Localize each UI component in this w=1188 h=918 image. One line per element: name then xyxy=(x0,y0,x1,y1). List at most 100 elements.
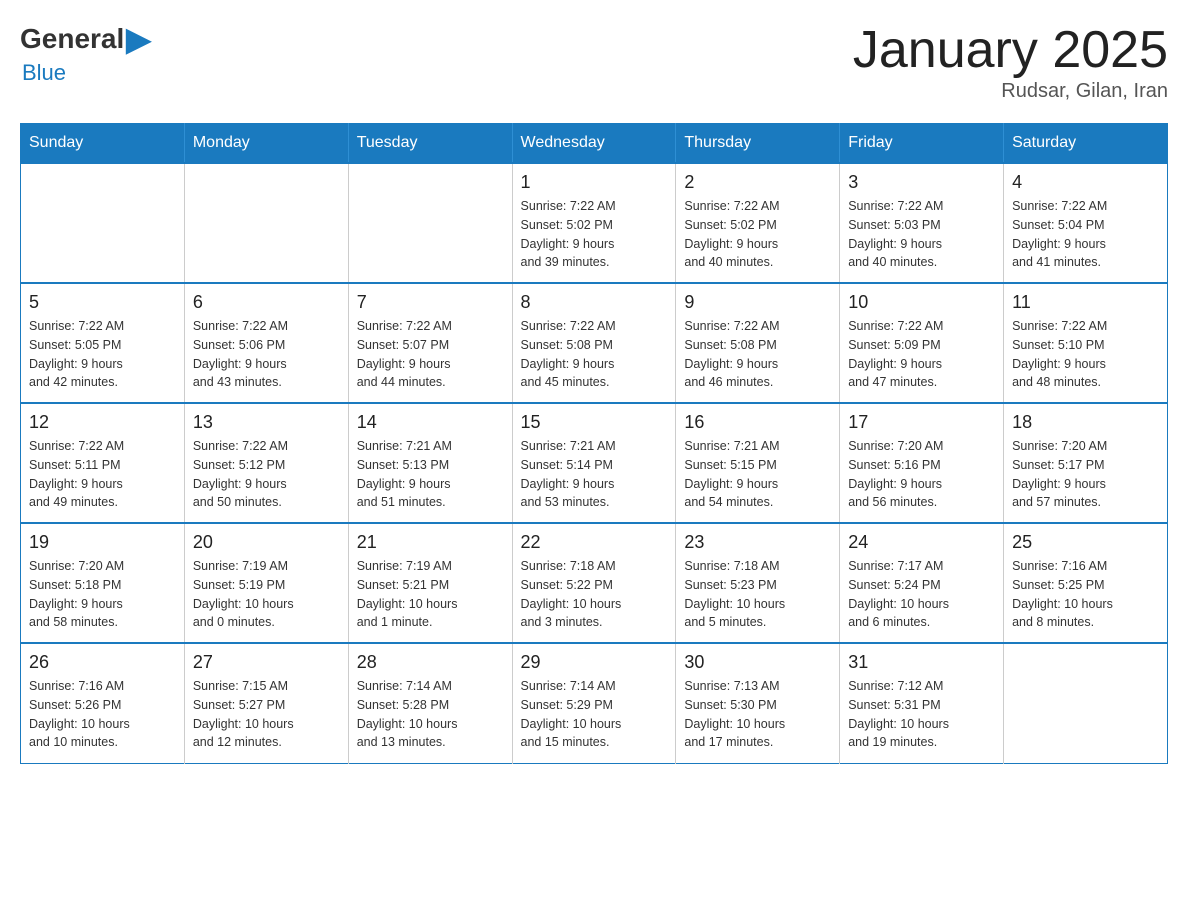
day-number: 26 xyxy=(29,652,176,673)
calendar-cell: 2 Sunrise: 7:22 AMSunset: 5:02 PMDaylight… xyxy=(676,163,840,283)
calendar-subtitle: Rudsar, Gilan, Iran xyxy=(853,80,1168,103)
calendar-cell: 29 Sunrise: 7:14 AMSunset: 5:29 PMDayligh… xyxy=(512,643,676,763)
calendar-cell: 14 Sunrise: 7:21 AMSunset: 5:13 PMDayligh… xyxy=(348,403,512,523)
day-number: 6 xyxy=(193,292,340,313)
calendar-cell: 18 Sunrise: 7:20 AMSunset: 5:17 PMDayligh… xyxy=(1004,403,1168,523)
day-info: Sunrise: 7:21 AMSunset: 5:14 PMDaylight:… xyxy=(521,437,668,512)
day-number: 7 xyxy=(357,292,504,313)
day-info: Sunrise: 7:21 AMSunset: 5:13 PMDaylight:… xyxy=(357,437,504,512)
day-info: Sunrise: 7:12 AMSunset: 5:31 PMDaylight:… xyxy=(848,677,995,752)
calendar-cell: 23 Sunrise: 7:18 AMSunset: 5:23 PMDayligh… xyxy=(676,523,840,643)
day-info: Sunrise: 7:22 AMSunset: 5:07 PMDaylight:… xyxy=(357,317,504,392)
calendar-cell: 16 Sunrise: 7:21 AMSunset: 5:15 PMDayligh… xyxy=(676,403,840,523)
day-number: 11 xyxy=(1012,292,1159,313)
calendar-body: 1 Sunrise: 7:22 AMSunset: 5:02 PMDaylight… xyxy=(21,163,1168,763)
calendar-cell: 17Sunrise: 7:20 AMSunset: 5:16 PMDayligh… xyxy=(840,403,1004,523)
weekday-header-friday: Friday xyxy=(840,124,1004,164)
calendar-cell: 24 Sunrise: 7:17 AMSunset: 5:24 PMDayligh… xyxy=(840,523,1004,643)
day-info: Sunrise: 7:16 AMSunset: 5:26 PMDaylight:… xyxy=(29,677,176,752)
calendar-week-2: 12Sunrise: 7:22 AMSunset: 5:11 PMDayligh… xyxy=(21,403,1168,523)
calendar-cell: 30 Sunrise: 7:13 AMSunset: 5:30 PMDayligh… xyxy=(676,643,840,763)
day-info: Sunrise: 7:22 AMSunset: 5:12 PMDaylight:… xyxy=(193,437,340,512)
day-number: 28 xyxy=(357,652,504,673)
day-number: 13 xyxy=(193,412,340,433)
calendar-cell xyxy=(348,163,512,283)
day-info: Sunrise: 7:22 AMSunset: 5:10 PMDaylight:… xyxy=(1012,317,1159,392)
day-info: Sunrise: 7:17 AMSunset: 5:24 PMDaylight:… xyxy=(848,557,995,632)
calendar-cell: 13 Sunrise: 7:22 AMSunset: 5:12 PMDayligh… xyxy=(184,403,348,523)
day-number: 18 xyxy=(1012,412,1159,433)
weekday-header-sunday: Sunday xyxy=(21,124,185,164)
calendar-cell: 28Sunrise: 7:14 AMSunset: 5:28 PMDayligh… xyxy=(348,643,512,763)
calendar-cell: 22 Sunrise: 7:18 AMSunset: 5:22 PMDayligh… xyxy=(512,523,676,643)
calendar-title: January 2025 xyxy=(853,20,1168,80)
title-block: January 2025 Rudsar, Gilan, Iran xyxy=(853,20,1168,103)
day-number: 8 xyxy=(521,292,668,313)
calendar-cell xyxy=(184,163,348,283)
day-info: Sunrise: 7:18 AMSunset: 5:22 PMDaylight:… xyxy=(521,557,668,632)
logo-general-text: General xyxy=(20,23,124,55)
day-number: 15 xyxy=(521,412,668,433)
calendar-cell: 3Sunrise: 7:22 AMSunset: 5:03 PMDaylight… xyxy=(840,163,1004,283)
calendar-cell: 4 Sunrise: 7:22 AMSunset: 5:04 PMDaylight… xyxy=(1004,163,1168,283)
day-number: 4 xyxy=(1012,172,1159,193)
calendar-table: SundayMondayTuesdayWednesdayThursdayFrid… xyxy=(20,123,1168,764)
calendar-cell: 19Sunrise: 7:20 AMSunset: 5:18 PMDayligh… xyxy=(21,523,185,643)
day-info: Sunrise: 7:22 AMSunset: 5:08 PMDaylight:… xyxy=(521,317,668,392)
day-info: Sunrise: 7:13 AMSunset: 5:30 PMDaylight:… xyxy=(684,677,831,752)
day-info: Sunrise: 7:22 AMSunset: 5:03 PMDaylight:… xyxy=(848,197,995,272)
day-number: 22 xyxy=(521,532,668,553)
day-info: Sunrise: 7:19 AMSunset: 5:21 PMDaylight:… xyxy=(357,557,504,632)
weekday-header-saturday: Saturday xyxy=(1004,124,1168,164)
weekday-header-thursday: Thursday xyxy=(676,124,840,164)
calendar-cell xyxy=(21,163,185,283)
day-number: 16 xyxy=(684,412,831,433)
day-number: 27 xyxy=(193,652,340,673)
calendar-cell: 11 Sunrise: 7:22 AMSunset: 5:10 PMDayligh… xyxy=(1004,283,1168,403)
day-number: 10 xyxy=(848,292,995,313)
day-number: 1 xyxy=(521,172,668,193)
calendar-cell: 25 Sunrise: 7:16 AMSunset: 5:25 PMDayligh… xyxy=(1004,523,1168,643)
day-number: 2 xyxy=(684,172,831,193)
calendar-cell: 5Sunrise: 7:22 AMSunset: 5:05 PMDaylight… xyxy=(21,283,185,403)
calendar-cell: 9Sunrise: 7:22 AMSunset: 5:08 PMDaylight… xyxy=(676,283,840,403)
day-number: 24 xyxy=(848,532,995,553)
day-info: Sunrise: 7:22 AMSunset: 5:09 PMDaylight:… xyxy=(848,317,995,392)
day-info: Sunrise: 7:14 AMSunset: 5:29 PMDaylight:… xyxy=(521,677,668,752)
day-number: 30 xyxy=(684,652,831,673)
calendar-cell: 1 Sunrise: 7:22 AMSunset: 5:02 PMDaylight… xyxy=(512,163,676,283)
day-info: Sunrise: 7:18 AMSunset: 5:23 PMDaylight:… xyxy=(684,557,831,632)
calendar-week-3: 19Sunrise: 7:20 AMSunset: 5:18 PMDayligh… xyxy=(21,523,1168,643)
calendar-cell: 20Sunrise: 7:19 AMSunset: 5:19 PMDayligh… xyxy=(184,523,348,643)
day-number: 23 xyxy=(684,532,831,553)
day-info: Sunrise: 7:20 AMSunset: 5:16 PMDaylight:… xyxy=(848,437,995,512)
calendar-week-4: 26 Sunrise: 7:16 AMSunset: 5:26 PMDayligh… xyxy=(21,643,1168,763)
calendar-cell xyxy=(1004,643,1168,763)
logo-blue-text: Blue xyxy=(22,60,153,86)
day-info: Sunrise: 7:20 AMSunset: 5:17 PMDaylight:… xyxy=(1012,437,1159,512)
day-info: Sunrise: 7:19 AMSunset: 5:19 PMDaylight:… xyxy=(193,557,340,632)
calendar-header: SundayMondayTuesdayWednesdayThursdayFrid… xyxy=(21,124,1168,164)
calendar-week-1: 5Sunrise: 7:22 AMSunset: 5:05 PMDaylight… xyxy=(21,283,1168,403)
day-info: Sunrise: 7:21 AMSunset: 5:15 PMDaylight:… xyxy=(684,437,831,512)
day-info: Sunrise: 7:22 AMSunset: 5:02 PMDaylight:… xyxy=(521,197,668,272)
day-info: Sunrise: 7:16 AMSunset: 5:25 PMDaylight:… xyxy=(1012,557,1159,632)
day-number: 25 xyxy=(1012,532,1159,553)
weekday-header-monday: Monday xyxy=(184,124,348,164)
day-number: 14 xyxy=(357,412,504,433)
day-number: 5 xyxy=(29,292,176,313)
calendar-cell: 31Sunrise: 7:12 AMSunset: 5:31 PMDayligh… xyxy=(840,643,1004,763)
calendar-cell: 26 Sunrise: 7:16 AMSunset: 5:26 PMDayligh… xyxy=(21,643,185,763)
calendar-cell: 21Sunrise: 7:19 AMSunset: 5:21 PMDayligh… xyxy=(348,523,512,643)
day-number: 29 xyxy=(521,652,668,673)
logo: General ▶ Blue xyxy=(20,20,153,86)
calendar-week-0: 1 Sunrise: 7:22 AMSunset: 5:02 PMDaylight… xyxy=(21,163,1168,283)
calendar-cell: 12Sunrise: 7:22 AMSunset: 5:11 PMDayligh… xyxy=(21,403,185,523)
calendar-cell: 8 Sunrise: 7:22 AMSunset: 5:08 PMDaylight… xyxy=(512,283,676,403)
day-info: Sunrise: 7:22 AMSunset: 5:08 PMDaylight:… xyxy=(684,317,831,392)
day-info: Sunrise: 7:22 AMSunset: 5:02 PMDaylight:… xyxy=(684,197,831,272)
calendar-cell: 10 Sunrise: 7:22 AMSunset: 5:09 PMDayligh… xyxy=(840,283,1004,403)
calendar-cell: 15 Sunrise: 7:21 AMSunset: 5:14 PMDayligh… xyxy=(512,403,676,523)
day-info: Sunrise: 7:22 AMSunset: 5:04 PMDaylight:… xyxy=(1012,197,1159,272)
day-info: Sunrise: 7:22 AMSunset: 5:11 PMDaylight:… xyxy=(29,437,176,512)
